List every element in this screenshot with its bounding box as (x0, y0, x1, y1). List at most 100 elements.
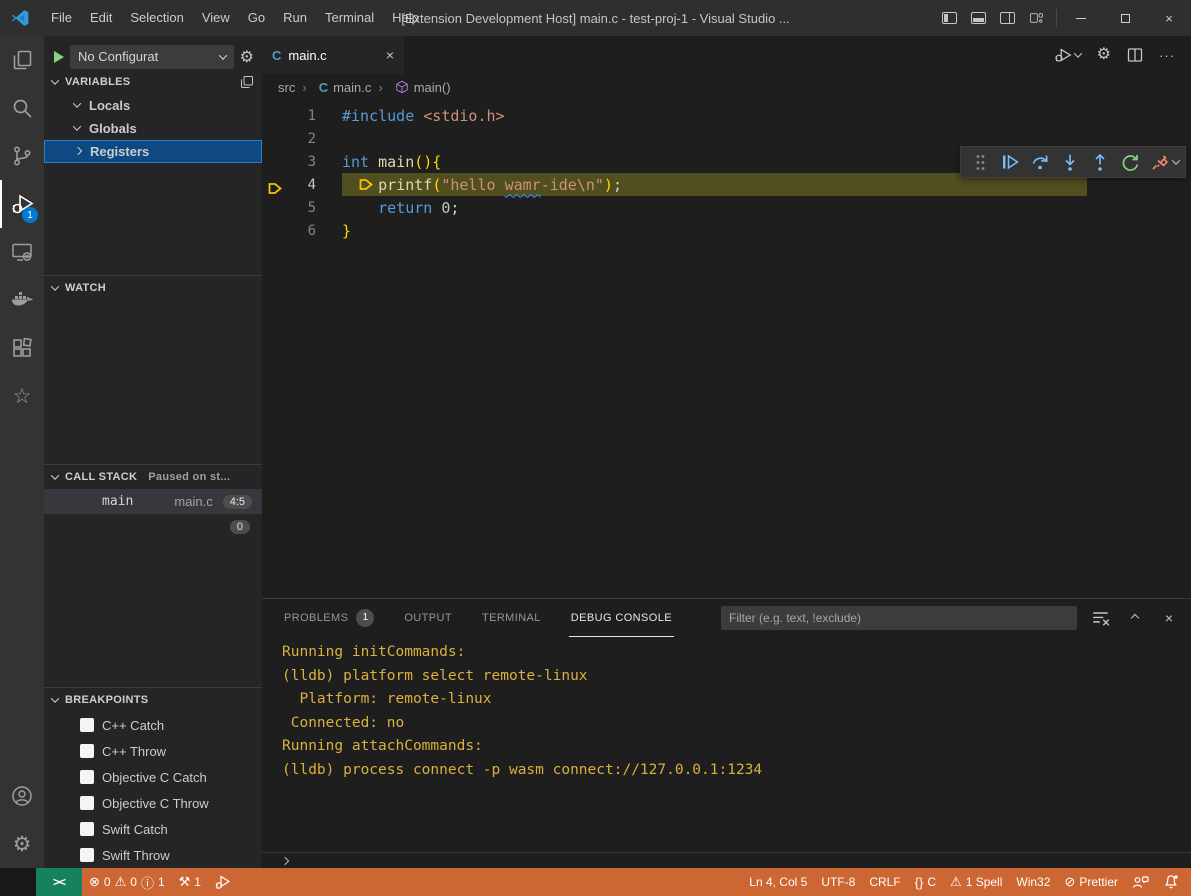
forwarded-ports-status[interactable]: ⚒1 (172, 868, 208, 896)
step-over-button[interactable] (1027, 149, 1053, 175)
breakpoint-checkbox[interactable] (80, 848, 94, 862)
star-icon[interactable]: ☆ (0, 372, 44, 420)
customize-layout-icon[interactable] (1029, 12, 1044, 24)
source-control-icon[interactable] (0, 132, 44, 180)
activity-bar: 1 ☆ ⚙ (0, 36, 44, 868)
panel-tab-terminal[interactable]: TERMINAL (480, 599, 543, 637)
scope-globals[interactable]: Globals (44, 117, 262, 140)
remote-indicator[interactable]: >< (36, 868, 82, 896)
breakpoint-objective-c-catch[interactable]: Objective C Catch (44, 764, 262, 790)
scope-locals[interactable]: Locals (44, 94, 262, 117)
scope-registers[interactable]: Registers (44, 140, 262, 163)
breadcrumb-item-1[interactable]: Cmain.c (295, 80, 371, 95)
call-stack-header[interactable]: CALL STACK Paused on st... (44, 465, 262, 489)
status-cursor-position[interactable]: Ln 4, Col 5 (742, 868, 814, 896)
menu-edit[interactable]: Edit (81, 0, 121, 36)
toggle-panel-icon[interactable] (971, 12, 986, 24)
tab-main-c[interactable]: C main.c × (262, 36, 404, 74)
tab-close-icon[interactable]: × (386, 47, 394, 63)
line-number[interactable]: 3 (262, 154, 342, 170)
panel-tab-output[interactable]: OUTPUT (402, 599, 454, 637)
breakpoint-checkbox[interactable] (80, 822, 94, 836)
close-window-button[interactable]: × (1147, 0, 1191, 36)
search-icon[interactable] (0, 84, 44, 132)
close-panel-icon[interactable]: × (1159, 608, 1179, 628)
status-spell-checker[interactable]: ⚠1 Spell (943, 868, 1009, 896)
settings-gear-icon[interactable]: ⚙ (0, 820, 44, 868)
feedback-icon[interactable] (1125, 868, 1156, 896)
console-filter-input[interactable] (721, 606, 1077, 630)
docker-icon[interactable] (0, 276, 44, 324)
status-prettier[interactable]: ⊘Prettier (1057, 868, 1125, 896)
menu-go[interactable]: Go (239, 0, 274, 36)
split-editor-icon[interactable] (1127, 47, 1143, 63)
status-eol[interactable]: CRLF (862, 868, 907, 896)
breakpoint-checkbox[interactable] (80, 718, 94, 732)
line-number[interactable]: 2 (262, 131, 342, 147)
breakpoint-swift-throw[interactable]: Swift Throw (44, 842, 262, 868)
copy-icon[interactable] (240, 75, 254, 89)
clear-console-icon[interactable] (1091, 608, 1111, 628)
maximize-panel-icon[interactable] (1125, 608, 1145, 628)
toolbar-drag-gripper[interactable] (967, 149, 993, 175)
continue-button[interactable] (997, 149, 1023, 175)
maximize-button[interactable] (1103, 0, 1147, 36)
breakpoint-swift-catch[interactable]: Swift Catch (44, 816, 262, 842)
code-line-6[interactable]: 6} (262, 219, 1191, 242)
code-line-5[interactable]: 5 return 0; (262, 196, 1191, 219)
panel-tab-debug-console[interactable]: DEBUG CONSOLE (569, 599, 674, 637)
menu-selection[interactable]: Selection (121, 0, 192, 36)
variables-header[interactable]: VARIABLES (44, 70, 262, 94)
breadcrumb-item-0[interactable]: src (278, 80, 295, 95)
line-number[interactable]: 6 (262, 223, 342, 239)
breakpoint-checkbox[interactable] (80, 796, 94, 810)
watch-header[interactable]: WATCH (44, 276, 262, 300)
line-number[interactable]: 5 (262, 200, 342, 216)
configure-gear-icon[interactable]: ⚙ (240, 47, 254, 67)
problems-status[interactable]: ⊗0 ⚠0 ⓘ1 (82, 868, 172, 896)
start-debug-icon[interactable] (54, 51, 64, 63)
debug-config-dropdown[interactable]: No Configurat (70, 45, 234, 69)
toggle-sidebar-icon[interactable] (942, 12, 957, 24)
notifications-bell-icon[interactable] (1156, 868, 1191, 896)
explorer-icon[interactable] (0, 36, 44, 84)
disconnect-button[interactable] (1147, 149, 1173, 175)
debug-toolbar-dropdown-icon[interactable] (1172, 156, 1180, 164)
debug-console-input[interactable] (262, 852, 1191, 868)
run-or-debug-button[interactable] (1054, 46, 1081, 64)
breadcrumb-item-2[interactable]: main() (371, 80, 450, 95)
panel-tab-problems[interactable]: PROBLEMS1 (282, 599, 376, 637)
breakpoints-header[interactable]: BREAKPOINTS (44, 688, 262, 712)
remote-explorer-icon[interactable] (0, 228, 44, 276)
toggle-secondary-sidebar-icon[interactable] (1000, 12, 1015, 24)
breakpoint-checkbox[interactable] (80, 770, 94, 784)
breakpoint-c-throw[interactable]: C++ Throw (44, 738, 262, 764)
restart-button[interactable] (1117, 149, 1143, 175)
console-line: Platform: remote-linux (282, 691, 1191, 715)
run-and-debug-icon[interactable]: 1 (0, 180, 44, 228)
code-editor[interactable]: 1#include <stdio.h>23int main(){4 printf… (262, 100, 1191, 598)
menu-file[interactable]: File (42, 0, 81, 36)
status-platform[interactable]: Win32 (1009, 868, 1057, 896)
step-out-button[interactable] (1087, 149, 1113, 175)
menu-view[interactable]: View (193, 0, 239, 36)
menu-run[interactable]: Run (274, 0, 316, 36)
menu-terminal[interactable]: Terminal (316, 0, 383, 36)
minimize-button[interactable] (1059, 0, 1103, 36)
editor-settings-gear-icon[interactable]: ⚙ (1097, 47, 1111, 63)
more-actions-icon[interactable]: ··· (1159, 48, 1175, 63)
status-encoding[interactable]: UTF-8 (814, 868, 862, 896)
status-bar: >< ⊗0 ⚠0 ⓘ1 ⚒1 Ln 4, Col 5UTF-8CRLF{}C⚠1… (0, 868, 1191, 896)
breakpoint-c-catch[interactable]: C++ Catch (44, 712, 262, 738)
stack-frame[interactable]: mainmain.c4:5 (44, 489, 262, 514)
breakpoint-objective-c-throw[interactable]: Objective C Throw (44, 790, 262, 816)
accounts-icon[interactable] (0, 772, 44, 820)
debug-status-icon[interactable] (208, 868, 238, 896)
step-into-button[interactable] (1057, 149, 1083, 175)
breakpoint-checkbox[interactable] (80, 744, 94, 758)
line-number[interactable]: 4 (262, 177, 342, 193)
code-line-1[interactable]: 1#include <stdio.h> (262, 104, 1191, 127)
status-language-mode[interactable]: {}C (908, 868, 943, 896)
line-number[interactable]: 1 (262, 108, 342, 124)
extensions-icon[interactable] (0, 324, 44, 372)
